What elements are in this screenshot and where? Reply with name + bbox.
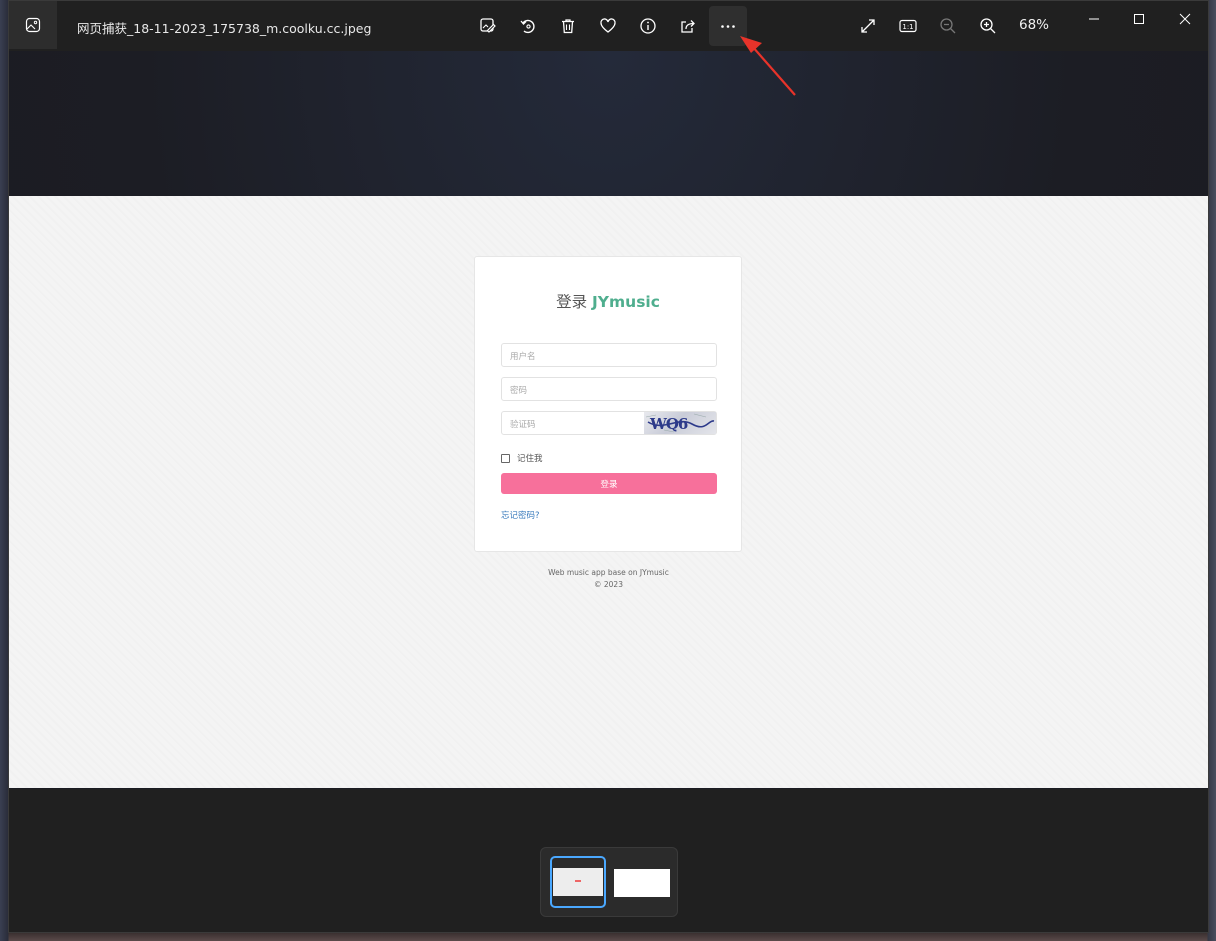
favorite-button[interactable] [589, 6, 627, 46]
remember-me[interactable]: 记住我 [501, 452, 543, 464]
info-icon [640, 18, 656, 34]
delete-button[interactable] [549, 6, 587, 46]
photos-app-window: 网页捕获_18-11-2023_175738_m.coolku.cc.jpeg [8, 0, 1209, 933]
password-field[interactable] [501, 377, 717, 402]
close-button[interactable] [1162, 1, 1208, 37]
actual-size-icon: 1:1 [899, 19, 917, 33]
login-card: 登录 JYmusic WQ6 [474, 256, 742, 552]
zoom-in-button[interactable] [969, 6, 1007, 46]
remember-checkbox[interactable] [501, 453, 510, 463]
share-button[interactable] [669, 6, 707, 46]
close-icon [1179, 13, 1191, 25]
fullscreen-button[interactable] [849, 6, 887, 46]
photo-icon [25, 17, 41, 33]
filmstrip [540, 847, 678, 917]
username-field[interactable] [501, 343, 717, 368]
image-viewport[interactable]: 登录 JYmusic WQ6 [9, 51, 1208, 789]
thumbnail-current-image [553, 868, 603, 896]
brand-name: JYmusic [592, 293, 660, 311]
remember-label: 记住我 [517, 454, 543, 464]
more-options-button[interactable] [709, 6, 747, 46]
edit-image-button[interactable] [469, 6, 507, 46]
forgot-password-link[interactable]: 忘记密码? [501, 509, 540, 521]
more-icon [721, 25, 735, 28]
thumbnail-current[interactable] [550, 856, 606, 908]
maximize-icon [1134, 14, 1144, 24]
captcha-input[interactable] [502, 414, 642, 436]
file-name: 网页捕获_18-11-2023_175738_m.coolku.cc.jpeg [77, 21, 372, 36]
username-input[interactable] [502, 346, 716, 368]
rotate-button[interactable] [509, 6, 547, 46]
password-input[interactable] [502, 380, 716, 402]
fullscreen-icon [861, 19, 875, 33]
photos-app-icon[interactable] [9, 1, 57, 49]
login-title: 登录 JYmusic [475, 290, 741, 312]
login-button[interactable]: 登录 [501, 473, 717, 494]
captcha-image[interactable]: WQ6 [644, 412, 716, 434]
thumbnail-next[interactable] [614, 869, 670, 897]
heart-icon [600, 18, 616, 33]
minimize-icon [1089, 18, 1099, 20]
delete-icon [562, 19, 574, 34]
zoom-out-button[interactable] [929, 6, 967, 46]
filmstrip-bar [9, 789, 1208, 932]
captcha-field[interactable]: WQ6 [501, 411, 717, 436]
title-bar: 网页捕获_18-11-2023_175738_m.coolku.cc.jpeg [9, 1, 1208, 51]
edit-image-icon [480, 18, 496, 33]
zoom-in-icon [980, 18, 996, 34]
zoom-level[interactable]: 68% [1019, 17, 1049, 33]
displayed-image: 登录 JYmusic WQ6 [9, 196, 1208, 788]
captcha-graphic: WQ6 [645, 413, 715, 433]
actual-size-label: 1:1 [902, 23, 913, 31]
actual-size-button[interactable]: 1:1 [889, 6, 927, 46]
footer-copyright: © 2023 [594, 580, 623, 589]
zoom-out-icon [940, 18, 956, 34]
login-title-prefix: 登录 [556, 293, 588, 311]
rotate-icon [520, 19, 535, 34]
maximize-button[interactable] [1116, 1, 1162, 37]
footer-credit: Web music app base on JYmusic [548, 568, 669, 577]
minimize-button[interactable] [1071, 1, 1117, 37]
share-icon [681, 20, 695, 33]
info-button[interactable] [629, 6, 667, 46]
